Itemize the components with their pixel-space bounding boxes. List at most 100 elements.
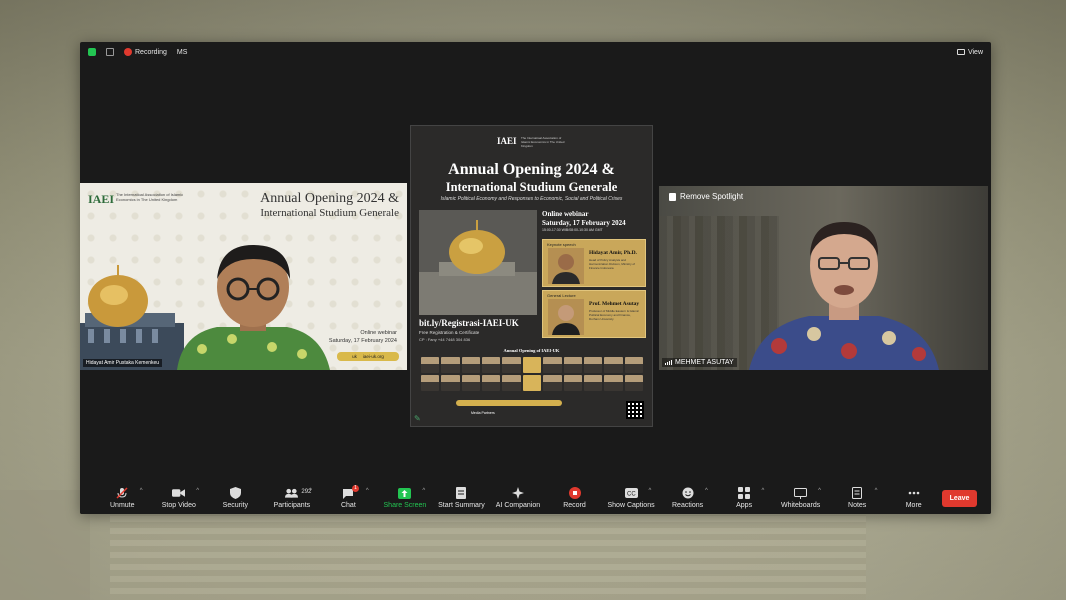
- keynote-label: Keynote speech: [547, 242, 576, 247]
- lecture-name: Prof. Mehmet Asutay: [589, 301, 640, 307]
- chevron-up-icon[interactable]: ^: [196, 488, 199, 494]
- participant-tile-hidayat[interactable]: IAEI The Internatioal Association of Isl…: [80, 183, 407, 370]
- leave-button[interactable]: Leave: [941, 489, 978, 507]
- poster-online-label: Online webinar: [542, 210, 589, 218]
- participants-button[interactable]: 292 ^ Participants: [264, 483, 321, 513]
- more-dots-icon: [907, 488, 920, 499]
- participant-tile-mehmet[interactable]: Remove Spotlight MEHMET ASUTAY: [659, 186, 988, 370]
- committee-photo: [441, 375, 460, 391]
- chevron-up-icon[interactable]: ^: [422, 488, 425, 494]
- poster-online-time: 15:00-17:30 WIB/08:00-10:30 AM GMT: [542, 228, 603, 232]
- banner-title-line2: International Studium Generale: [260, 207, 399, 219]
- stop-video-button[interactable]: ^ Stop Video: [151, 483, 208, 513]
- keynote-speaker-photo: [548, 248, 584, 284]
- captions-icon: CC: [624, 488, 638, 499]
- background-building: [110, 515, 866, 600]
- iaei-logo: IAEI: [88, 192, 115, 206]
- share-screen-icon: [398, 487, 412, 499]
- poster-subtitle: Islamic Political Economy and Responses …: [440, 196, 623, 202]
- meeting-info-icon[interactable]: [106, 48, 114, 56]
- committee-photo: [421, 375, 440, 391]
- chevron-up-icon[interactable]: ^: [705, 488, 708, 494]
- keynote-desc: Head of Policy Analysis and Harmonizatio…: [589, 258, 636, 270]
- whiteboards-button[interactable]: ^ Whiteboards: [772, 483, 829, 513]
- video-stage: IAEI The Internatioal Association of Isl…: [80, 62, 991, 482]
- committee-year-badge: [522, 357, 542, 373]
- chevron-up-icon[interactable]: ^: [309, 488, 312, 494]
- poster-online-date: Saturday, 17 February 2024: [542, 219, 626, 227]
- ai-sparkle-icon: [511, 487, 524, 499]
- poster-title-line2: International Studium Generale: [445, 180, 618, 194]
- committee-photo: [604, 357, 623, 373]
- poster-registration-free: Free Registration & Certificate: [419, 330, 480, 335]
- committee-photo: [563, 357, 582, 373]
- notes-icon: [851, 487, 864, 499]
- muted-mic-icon: [116, 487, 129, 499]
- share-screen-button[interactable]: ^ Share Screen: [377, 483, 434, 513]
- apps-button[interactable]: ^ Apps: [716, 483, 773, 513]
- show-captions-button[interactable]: CC ^ Show Captions: [603, 483, 660, 513]
- chevron-up-icon[interactable]: ^: [818, 488, 821, 494]
- chevron-up-icon[interactable]: ^: [875, 488, 878, 494]
- banner-webinar-date: Saturday, 17 February 2024: [328, 338, 397, 344]
- record-dot-icon: [124, 48, 132, 56]
- svg-text:CC: CC: [627, 492, 636, 498]
- committee-photo: [583, 375, 603, 391]
- committee-photo: [624, 357, 643, 373]
- background-building-left: [0, 490, 90, 600]
- committee-photo: [502, 357, 521, 373]
- lecture-speaker-photo: [548, 299, 584, 335]
- poster-logo-subtitle: The Internatioal Association of Islamic …: [521, 136, 565, 148]
- view-button[interactable]: View: [956, 49, 983, 56]
- poster-title-line1: Annual Opening 2024 &: [448, 161, 615, 178]
- participant-video-hidayat: [177, 245, 330, 370]
- user-initials: MS: [176, 48, 188, 56]
- committee-photo: [502, 375, 521, 391]
- annotate-pencil-icon[interactable]: ✎: [414, 415, 422, 423]
- meeting-toolbar: ^ Unmute ^ Stop Video Security 292 ^ Par…: [80, 482, 991, 514]
- notes-button[interactable]: ^ Notes: [829, 483, 886, 513]
- participant-name-label: MEHMET ASUTAY: [662, 358, 737, 367]
- remove-spotlight-button[interactable]: Remove Spotlight: [669, 192, 743, 201]
- committee-photo: [624, 375, 643, 391]
- encryption-shield-icon[interactable]: [88, 48, 96, 56]
- keynote-name: Hidayat Amir, Ph.D.: [589, 250, 637, 256]
- participants-icon: 292: [285, 488, 311, 499]
- whiteboard-icon: [794, 487, 808, 499]
- recording-indicator[interactable]: Recording: [124, 48, 167, 56]
- unmute-button[interactable]: ^ Unmute: [94, 483, 151, 513]
- chevron-up-icon[interactable]: ^: [366, 488, 369, 494]
- committee-photo: [421, 357, 440, 373]
- zoom-meeting-window: Recording MS View IAEI The Internatioal …: [80, 42, 991, 514]
- chevron-up-icon[interactable]: ^: [762, 488, 765, 494]
- committee-photo: [461, 357, 481, 373]
- committee-photo: [563, 375, 582, 391]
- banner-webinar-label: Online webinar: [360, 330, 397, 336]
- banner-title-line1: Annual Opening 2024 &: [260, 191, 399, 206]
- connection-signal-icon: [665, 360, 672, 365]
- more-button[interactable]: More: [885, 483, 942, 513]
- poster-media-partners: Media Partners: [471, 411, 495, 415]
- chat-button[interactable]: 1 ^ Chat: [320, 483, 377, 513]
- poster-annual-label: Annual Opening of IAEI-UK: [503, 348, 560, 353]
- committee-photo: [604, 375, 623, 391]
- committee-photo: [482, 375, 501, 391]
- poster-contact: CP : Fany +44 7448 304 836: [419, 337, 471, 342]
- security-button[interactable]: Security: [207, 483, 264, 513]
- banner-url-pill: uk iaei-uk.org: [337, 352, 399, 361]
- committee-year-badge: [522, 375, 542, 391]
- record-button[interactable]: Record: [546, 483, 603, 513]
- reactions-button[interactable]: ^ Reactions: [659, 483, 716, 513]
- poster-dome-image: [419, 210, 537, 315]
- chevron-up-icon[interactable]: ^: [648, 488, 651, 494]
- committee-photo: [543, 357, 562, 373]
- keynote-card: Keynote speech Hidayat Amir, Ph.D. Head …: [542, 239, 646, 287]
- chat-unread-badge: 1: [352, 484, 359, 492]
- committee-photo: [441, 357, 460, 373]
- chevron-up-icon[interactable]: ^: [140, 488, 143, 494]
- ai-companion-button[interactable]: AI Companion: [490, 483, 547, 513]
- poster-registration-link: bit.ly/Registrasi-IAEI-UK: [419, 318, 519, 328]
- apps-icon: [738, 487, 751, 499]
- view-grid-icon: [956, 49, 965, 55]
- start-summary-button[interactable]: Start Summary: [433, 483, 490, 513]
